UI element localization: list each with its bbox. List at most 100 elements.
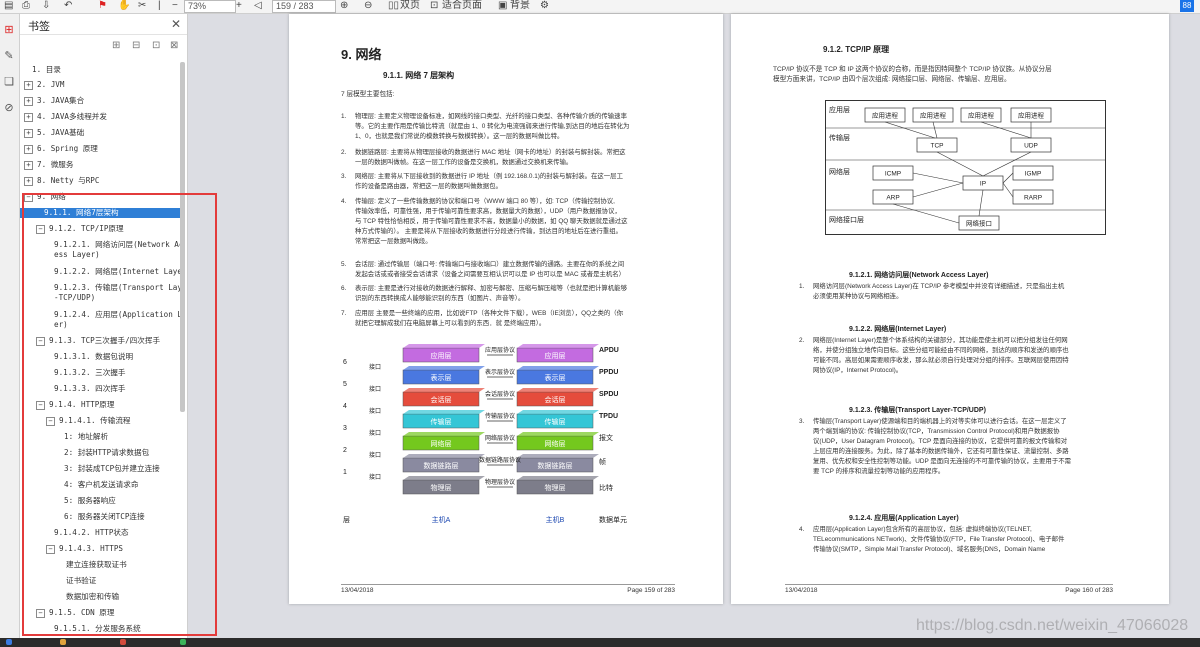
layer-number: 5 <box>343 381 347 388</box>
layer-block-label: 应用层 <box>431 351 452 360</box>
list-line: 与 TCP 特性恰恰相反，用于传输可靠性要求不高，数据量小的数据，如 QQ 聊天… <box>355 218 628 226</box>
bookmark-item[interactable]: −9.1.2. TCP/IP原理 <box>20 224 180 234</box>
bookmark-item[interactable]: 1: 地址解析 <box>20 432 180 442</box>
bookmark-item[interactable]: 9.1.1. 网络7层架构 <box>20 208 180 218</box>
attachment-icon[interactable]: ⊘ <box>3 102 15 114</box>
udp-label: UDP <box>1024 143 1038 150</box>
save-icon[interactable]: ▤ <box>4 0 13 12</box>
bookmark-item[interactable]: −9.1.5. CDN 原理 <box>20 608 180 618</box>
add-bookmark-icon[interactable]: ⊡ <box>152 40 160 51</box>
bookmark-item[interactable]: 9.1.3.3. 四次挥手 <box>20 384 180 394</box>
browser-icon[interactable] <box>120 639 126 645</box>
flag-icon[interactable]: ⚑ <box>98 0 107 12</box>
next-page-icon[interactable]: ⊕ <box>340 0 348 12</box>
side-icon-strip: ⊞ ✎ ❏ ⊘ <box>0 14 20 647</box>
bookmark-item[interactable]: +2. JVM <box>20 80 180 90</box>
collapse-all-icon[interactable]: ⊟ <box>132 40 140 51</box>
settings-icon[interactable]: ⚙ <box>540 0 549 12</box>
bookmark-item[interactable]: 9.1.4.2. HTTP状态 <box>20 528 180 538</box>
bookmark-item[interactable]: 5: 服务器响应 <box>20 496 180 506</box>
hand-tool-icon[interactable]: ✋ <box>118 0 130 12</box>
export-icon[interactable]: ⇩ <box>42 0 50 12</box>
app-icon[interactable] <box>180 639 186 645</box>
page-number-input[interactable]: 159 / 283 <box>272 0 336 13</box>
delete-bookmark-icon[interactable]: ⊠ <box>170 40 178 51</box>
scissors-icon[interactable]: ✂ <box>138 0 146 12</box>
zoom-in-icon[interactable]: + <box>236 0 242 12</box>
bookmark-icon[interactable]: ⊞ <box>3 24 15 36</box>
zoom-input[interactable]: 73% <box>184 0 236 13</box>
expand-toggle-icon[interactable]: + <box>24 97 33 106</box>
explorer-icon[interactable] <box>60 639 66 645</box>
collapse-toggle-icon[interactable]: − <box>24 193 33 202</box>
bookmark-item[interactable]: 6: 服务器关闭TCP连接 <box>20 512 180 522</box>
bookmark-item[interactable]: 9.1.3.2. 三次握手 <box>20 368 180 378</box>
expand-toggle-icon[interactable]: + <box>24 161 33 170</box>
expand-all-icon[interactable]: ⊞ <box>112 40 120 51</box>
bookmark-item[interactable]: 9.1.3.1. 数据包说明 <box>20 352 180 362</box>
undo-icon[interactable]: ↶ <box>64 0 72 12</box>
app-process-label: 应用进程 <box>872 111 899 120</box>
bookmark-item[interactable]: +6. Spring 原理 <box>20 144 180 154</box>
bookmark-item[interactable]: +3. JAVA集合 <box>20 96 180 106</box>
data-unit-label: 比特 <box>599 483 613 492</box>
bookmark-item[interactable]: 证书验证 <box>20 576 180 586</box>
expand-toggle-icon[interactable]: + <box>24 145 33 154</box>
expand-toggle-icon[interactable]: + <box>24 129 33 138</box>
brand-icon[interactable]: 88 <box>1180 0 1194 12</box>
bookmark-item[interactable]: −9. 网络 <box>20 192 180 202</box>
bookmark-item[interactable]: +8. Netty 与RPC <box>20 176 180 186</box>
expand-toggle-icon[interactable]: + <box>24 177 33 186</box>
bookmark-item[interactable]: 4: 客户机发送请求命 <box>20 480 180 490</box>
bookmark-item[interactable]: 9.1.2.3. 传输层(Transport Layer <box>20 283 180 293</box>
bookmark-item[interactable]: -TCP/UDP) <box>20 293 180 303</box>
bookmark-item[interactable]: 2: 封装HTTP请求数据包 <box>20 448 180 458</box>
bookmark-item-label: 证书验证 <box>66 576 97 585</box>
bookmark-item[interactable]: −9.1.4.3. HTTPS <box>20 544 180 554</box>
interface-label: 接口 <box>369 407 381 415</box>
app-process-label: 应用进程 <box>1018 111 1045 120</box>
data-unit-label: 数据单元 <box>599 515 627 524</box>
collapse-toggle-icon[interactable]: − <box>36 401 45 410</box>
thumbnail-icon[interactable]: ❏ <box>3 76 15 88</box>
expand-toggle-icon[interactable]: + <box>24 81 33 90</box>
bookmark-item[interactable]: +5. JAVA基础 <box>20 128 180 138</box>
bookmark-item[interactable]: 9.1.2.2. 网络层(Internet Layer) <box>20 267 180 277</box>
bookmark-item[interactable]: 建立连接获取证书 <box>20 560 180 570</box>
bookmark-item[interactable]: 9.1.5.1. 分发服务系统 <box>20 624 180 634</box>
bookmark-item[interactable]: 9.1.2.4. 应用层(Application Lay <box>20 310 180 320</box>
collapse-toggle-icon[interactable]: − <box>46 545 55 554</box>
interface-label: 接口 <box>369 429 381 437</box>
bookmark-item[interactable]: 数据加密和传输 <box>20 592 180 602</box>
bookmark-item[interactable]: −9.1.3. TCP三次握手/四次挥手 <box>20 336 180 346</box>
bookmark-item[interactable]: −9.1.4. HTTP原理 <box>20 400 180 410</box>
zoom-out-icon[interactable]: − <box>172 0 178 12</box>
bookmark-item[interactable]: 3: 封装成TCP包并建立连接 <box>20 464 180 474</box>
layer-block-label: 传输层 <box>431 417 452 426</box>
last-page-icon[interactable]: ⊖ <box>364 0 372 12</box>
fit-page-button[interactable]: 适合页面 <box>442 0 482 12</box>
bookmark-item[interactable]: 1. 目录 <box>20 65 180 75</box>
bookmark-scrollbar[interactable] <box>180 62 185 412</box>
start-icon[interactable] <box>6 639 12 645</box>
bookmark-item[interactable]: +4. JAVA多线程并发 <box>20 112 180 122</box>
close-icon[interactable]: ✕ <box>171 17 181 31</box>
collapse-toggle-icon[interactable]: − <box>46 417 55 426</box>
expand-toggle-icon[interactable]: + <box>24 113 33 122</box>
collapse-toggle-icon[interactable]: − <box>36 225 45 234</box>
double-page-button[interactable]: 双页 <box>400 0 420 12</box>
bookmark-item[interactable]: er) <box>20 320 180 330</box>
bookmark-item[interactable]: 9.1.2.1. 网络访问层(Network Acc <box>20 240 180 250</box>
annotation-icon[interactable]: ✎ <box>3 50 15 62</box>
bookmark-item[interactable]: +7. 微服务 <box>20 160 180 170</box>
collapse-toggle-icon[interactable]: − <box>36 609 45 618</box>
background-button[interactable]: 背景 <box>510 0 530 12</box>
print-icon[interactable]: ⎙ <box>22 0 30 12</box>
bookmark-item[interactable]: −9.1.4.1. 传输流程 <box>20 416 180 426</box>
protocol-label: 网络层协议 <box>485 434 515 442</box>
prev-page-icon[interactable]: ◁ <box>254 0 262 12</box>
bookmark-item[interactable]: ess Layer) <box>20 250 180 260</box>
bookmark-item-label: 5. JAVA基础 <box>37 128 85 137</box>
app-process-label: 应用进程 <box>920 111 947 120</box>
collapse-toggle-icon[interactable]: − <box>36 337 45 346</box>
